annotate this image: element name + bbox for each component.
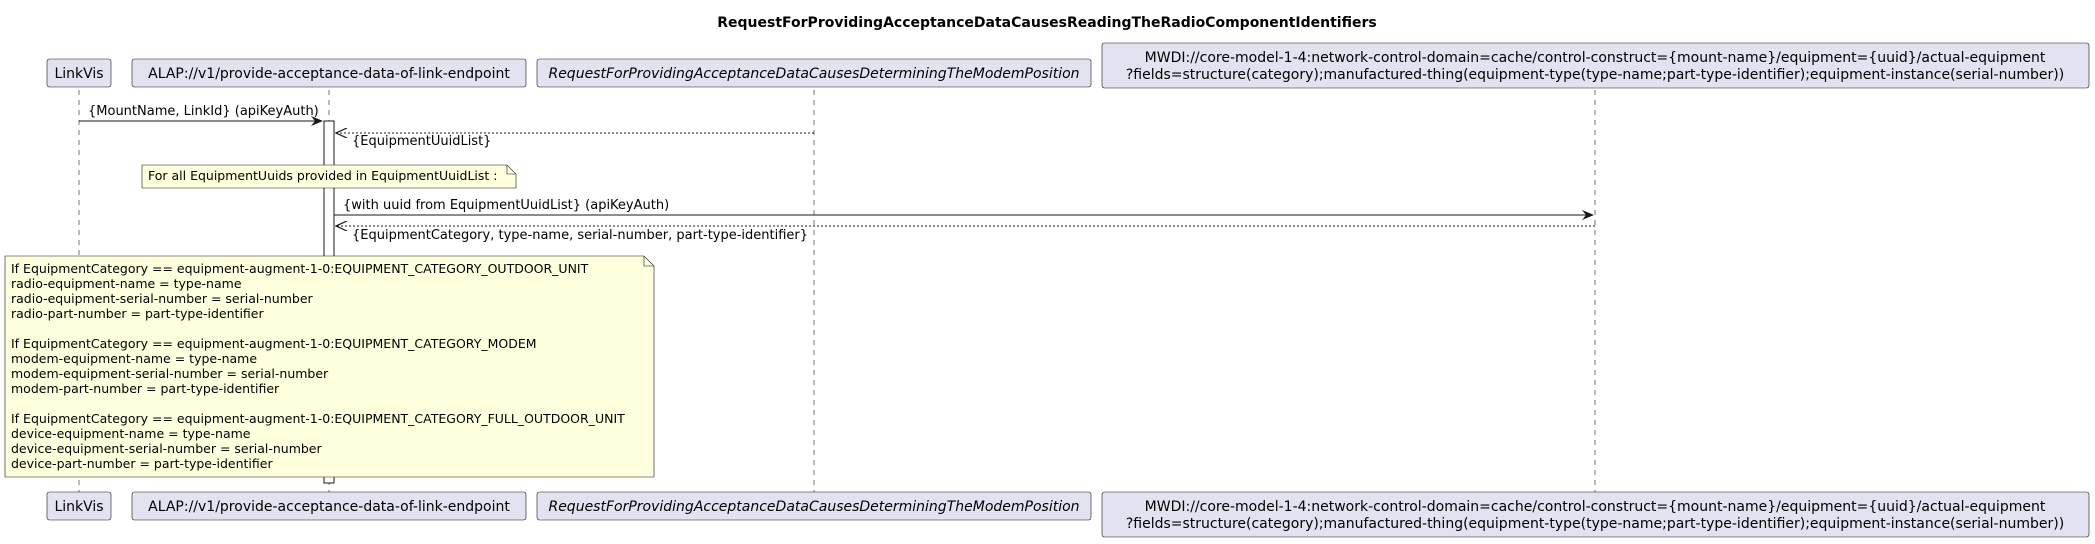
note-line: If EquipmentCategory == equipment-augmen… xyxy=(11,261,589,276)
participant-label-line1: MWDI://core-model-1-4:network-control-do… xyxy=(1145,499,2046,515)
participant-label-line2: ?fields=structure(category);manufactured… xyxy=(1126,516,2064,532)
message-mountname-linkid: {MountName, LinkId} (apiKeyAuth) xyxy=(79,104,323,126)
participant-label: ALAP://v1/provide-acceptance-data-of-lin… xyxy=(148,66,510,82)
message-equipment-uuid-list: {EquipmentUuidList} xyxy=(336,133,814,149)
note-line: modem-part-number = part-type-identifier xyxy=(11,381,280,396)
participant-label: LinkVis xyxy=(54,499,103,515)
message-label: {MountName, LinkId} (apiKeyAuth) xyxy=(88,104,319,119)
participant-alap-bottom: ALAP://v1/provide-acceptance-data-of-lin… xyxy=(131,491,527,521)
participant-mwdi-bottom: MWDI://core-model-1-4:network-control-do… xyxy=(1101,491,2090,538)
participant-label: RequestForProvidingAcceptanceDataCausesD… xyxy=(548,499,1079,515)
note-text: For all EquipmentUuids provided in Equip… xyxy=(148,168,498,183)
participant-alap-top: ALAP://v1/provide-acceptance-data-of-lin… xyxy=(131,58,527,88)
participant-mwdi-top: MWDI://core-model-1-4:network-control-do… xyxy=(1101,42,2090,89)
message-label: {with uuid from EquipmentUuidList} (apiK… xyxy=(343,198,669,213)
sequence-diagram: RequestForProvidingAcceptanceDataCausesR… xyxy=(4,15,2090,538)
note-line: device-equipment-serial-number = serial-… xyxy=(11,441,322,456)
note-line: device-part-number = part-type-identifie… xyxy=(11,456,273,471)
participant-label-line1: MWDI://core-model-1-4:network-control-do… xyxy=(1145,50,2046,66)
note-line: modem-equipment-name = type-name xyxy=(11,351,257,366)
participant-label: ALAP://v1/provide-acceptance-data-of-lin… xyxy=(148,499,510,515)
participant-label-line2: ?fields=structure(category);manufactured… xyxy=(1126,67,2064,83)
message-label: {EquipmentCategory, type-name, serial-nu… xyxy=(352,228,808,243)
note-line: device-equipment-name = type-name xyxy=(11,426,251,441)
note-line: If EquipmentCategory == equipment-augmen… xyxy=(11,411,625,426)
note-line: If EquipmentCategory == equipment-augmen… xyxy=(11,336,537,351)
note-line: radio-part-number = part-type-identifier xyxy=(11,306,264,321)
message-with-uuid: {with uuid from EquipmentUuidList} (apiK… xyxy=(334,198,1594,220)
diagram-title: RequestForProvidingAcceptanceDataCausesR… xyxy=(717,15,1376,31)
note-line: radio-equipment-name = type-name xyxy=(11,276,242,291)
note-line: modem-equipment-serial-number = serial-n… xyxy=(11,366,329,381)
note-line: radio-equipment-serial-number = serial-n… xyxy=(11,291,314,306)
participant-modem-position-top: RequestForProvidingAcceptanceDataCausesD… xyxy=(536,58,1092,88)
participant-label: LinkVis xyxy=(54,66,103,82)
participant-linkvis-top: LinkVis xyxy=(46,58,112,88)
note-mapping: If EquipmentCategory == equipment-augmen… xyxy=(4,255,655,478)
participant-modem-position-bottom: RequestForProvidingAcceptanceDataCausesD… xyxy=(536,491,1092,521)
note-loop: For all EquipmentUuids provided in Equip… xyxy=(141,164,517,189)
participant-linkvis-bottom: LinkVis xyxy=(46,491,112,521)
participant-label: RequestForProvidingAcceptanceDataCausesD… xyxy=(548,66,1079,82)
message-equipment-category: {EquipmentCategory, type-name, serial-nu… xyxy=(336,226,1595,243)
message-label: {EquipmentUuidList} xyxy=(352,134,491,149)
